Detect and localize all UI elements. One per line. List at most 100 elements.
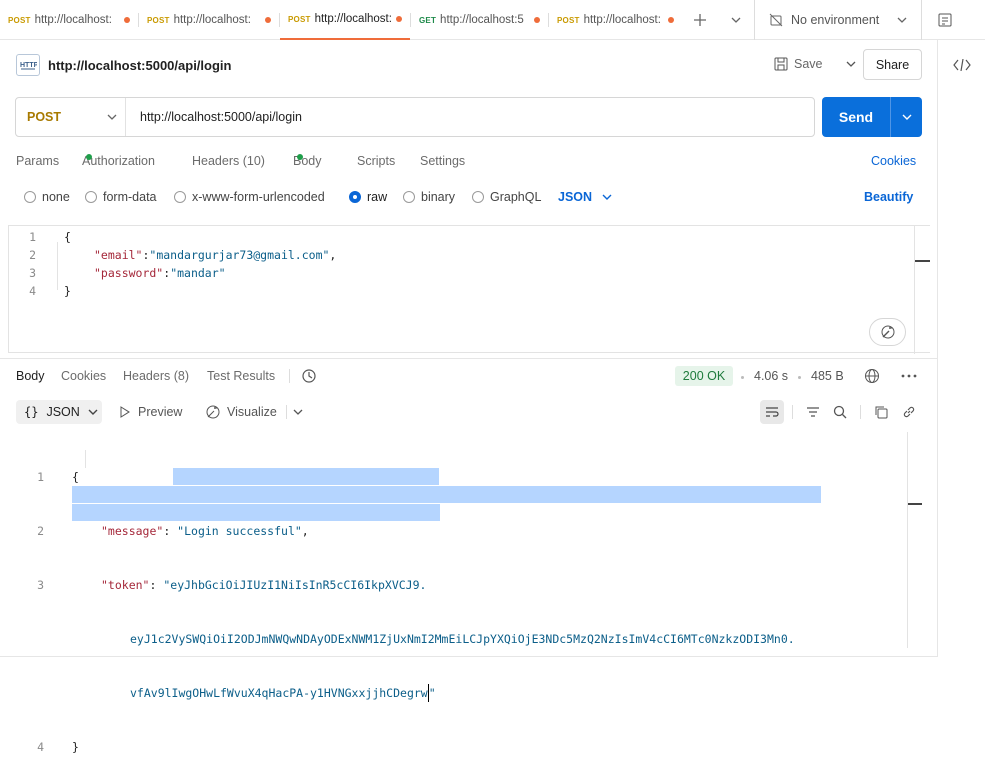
json-value: "mandargurjar73@gmail.com" bbox=[149, 248, 330, 262]
save-icon[interactable] bbox=[774, 57, 788, 71]
radio-binary[interactable]: binary bbox=[403, 190, 455, 204]
visualize-icon bbox=[205, 404, 221, 420]
radio-label: form-data bbox=[103, 190, 157, 204]
json-key: "password" bbox=[94, 266, 164, 280]
radio-circle bbox=[403, 190, 415, 203]
send-button[interactable]: Send bbox=[822, 109, 890, 125]
radio-raw-selected[interactable]: raw bbox=[349, 190, 387, 204]
response-format-select[interactable]: {} JSON bbox=[16, 400, 102, 424]
radio-circle bbox=[85, 190, 97, 203]
copy-icon[interactable] bbox=[872, 403, 890, 421]
no-environment-icon bbox=[769, 13, 783, 27]
preview-button[interactable]: Preview bbox=[120, 405, 182, 419]
radio-circle bbox=[472, 190, 484, 203]
unsaved-dot-icon bbox=[265, 17, 271, 23]
search-icon[interactable] bbox=[831, 403, 849, 421]
link-icon[interactable] bbox=[900, 403, 918, 421]
radio-circle bbox=[24, 190, 36, 203]
radio-none[interactable]: none bbox=[24, 190, 70, 204]
beautify-button[interactable]: Beautify bbox=[864, 190, 913, 204]
resp-tab-test-results[interactable]: Test Results bbox=[207, 369, 275, 383]
chevron-down-icon bbox=[107, 114, 117, 120]
pane-divider bbox=[0, 358, 937, 359]
radio-label: x-www-form-urlencoded bbox=[192, 190, 325, 204]
chevron-down-icon bbox=[602, 194, 612, 200]
cookies-link[interactable]: Cookies bbox=[871, 154, 916, 168]
json-colon: : bbox=[163, 266, 171, 280]
resp-tab-body-active[interactable]: Body bbox=[16, 369, 45, 383]
visualize-chevron-icon[interactable] bbox=[292, 406, 304, 418]
magic-wand-icon[interactable] bbox=[869, 318, 906, 346]
status-badge[interactable]: 200 OK bbox=[675, 366, 733, 386]
filter-icon[interactable] bbox=[804, 404, 822, 420]
request-tab-bar: POST http://localhost: POST http://local… bbox=[0, 0, 985, 40]
line-number-blank bbox=[28, 684, 44, 702]
method-select[interactable]: POST bbox=[16, 98, 126, 136]
request-tab-2[interactable]: POST http://localhost: bbox=[139, 0, 279, 40]
tabs-dropdown-chevron-icon[interactable] bbox=[718, 0, 754, 39]
radio-circle bbox=[349, 190, 361, 203]
response-scrollbar-thumb[interactable] bbox=[908, 503, 922, 505]
radio-urlencoded[interactable]: x-www-form-urlencoded bbox=[174, 190, 325, 204]
environment-selector[interactable]: No environment bbox=[755, 0, 921, 39]
method-badge: POST bbox=[8, 15, 31, 25]
response-time[interactable]: 4.06 s bbox=[754, 369, 788, 383]
more-options-icon[interactable] bbox=[898, 367, 920, 385]
save-options-chevron-icon[interactable] bbox=[846, 61, 856, 67]
resp-tab-headers[interactable]: Headers (8) bbox=[123, 369, 189, 383]
line-number: 4 bbox=[29, 284, 36, 298]
code-line: { bbox=[64, 230, 71, 244]
sidebar-divider bbox=[937, 40, 938, 657]
tab-settings[interactable]: Settings bbox=[420, 154, 465, 168]
tab-scripts[interactable]: Scripts bbox=[357, 154, 395, 168]
request-tab-3-active[interactable]: POST http://localhost: bbox=[280, 0, 410, 40]
url-input[interactable]: http://localhost:5000/api/login bbox=[126, 110, 302, 124]
environment-quick-look-icon[interactable] bbox=[922, 0, 968, 39]
code-snippet-icon[interactable] bbox=[950, 56, 974, 74]
request-tab-1[interactable]: POST http://localhost: bbox=[0, 0, 138, 40]
save-button[interactable]: Save bbox=[794, 57, 823, 71]
token-line-1: eyJhbGciOiJIUzI1NiIsInR5cCI6IkpXVCJ9. bbox=[170, 578, 427, 592]
radio-graphql[interactable]: GraphQL bbox=[472, 190, 541, 204]
tab-url: http://localhost: bbox=[314, 13, 392, 25]
wrap-lines-icon[interactable] bbox=[760, 400, 784, 424]
radio-label: none bbox=[42, 190, 70, 204]
request-tab-4[interactable]: GET http://localhost:5 bbox=[411, 0, 548, 40]
line-number-blank bbox=[28, 630, 44, 648]
radio-circle bbox=[174, 190, 186, 203]
code-line: } bbox=[64, 284, 71, 298]
method-badge: POST bbox=[147, 15, 170, 25]
share-button[interactable]: Share bbox=[863, 49, 922, 80]
method-badge: GET bbox=[419, 15, 437, 25]
preview-label: Preview bbox=[138, 405, 183, 419]
method-badge: POST bbox=[288, 14, 311, 24]
radio-form-data[interactable]: form-data bbox=[85, 190, 157, 204]
tab-headers[interactable]: Headers (10) bbox=[192, 154, 265, 168]
response-size[interactable]: 485 B bbox=[811, 369, 844, 383]
line-number: 3 bbox=[29, 266, 36, 280]
request-code: 1{ 2 "email": "mandargurjar73@gmail.com", … bbox=[20, 228, 336, 300]
send-options-chevron-icon[interactable] bbox=[891, 114, 922, 120]
response-code[interactable]: 1 { 2 "message": "Login successful", 3 "tok… bbox=[28, 432, 795, 774]
request-tab-5[interactable]: POST http://localhost: bbox=[549, 0, 682, 40]
separator-dot bbox=[798, 376, 801, 379]
visualize-button[interactable]: Visualize bbox=[205, 404, 277, 420]
chevron-down-icon bbox=[88, 409, 98, 415]
send-button-group: Send bbox=[822, 97, 922, 137]
tab-url: http://localhost: bbox=[583, 14, 661, 26]
history-icon[interactable] bbox=[300, 367, 318, 385]
globe-icon[interactable] bbox=[863, 367, 881, 385]
request-title[interactable]: http://localhost:5000/api/login bbox=[48, 58, 231, 73]
tab-url: http://localhost: bbox=[34, 14, 112, 26]
line-number: 3 bbox=[37, 578, 44, 592]
editor-scrollbar-thumb[interactable] bbox=[915, 260, 930, 262]
active-dot-icon bbox=[86, 154, 92, 160]
json-key: "email" bbox=[94, 248, 143, 262]
new-tab-plus-icon[interactable] bbox=[682, 0, 718, 39]
raw-format-select[interactable]: JSON bbox=[558, 190, 612, 204]
resp-tab-cookies[interactable]: Cookies bbox=[61, 369, 106, 383]
tab-params[interactable]: Params bbox=[16, 154, 59, 168]
braces-icon: {} bbox=[24, 405, 39, 419]
json-colon: : bbox=[163, 524, 178, 538]
code-line: } bbox=[72, 740, 79, 754]
